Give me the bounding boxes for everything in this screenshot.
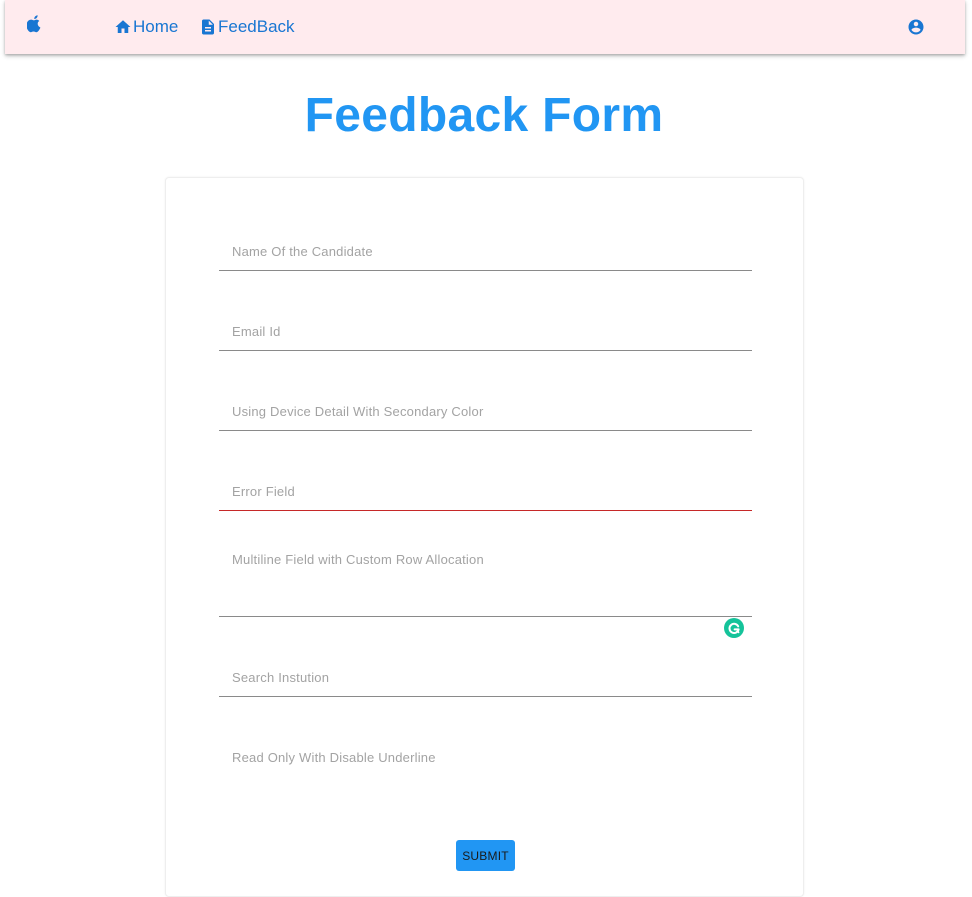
grammarly-icon[interactable] — [724, 618, 744, 638]
home-icon — [115, 20, 131, 33]
nav-link-home[interactable]: Home — [114, 16, 178, 38]
candidate-name-field[interactable]: Name Of the Candidate — [219, 230, 752, 271]
read-only-field-label: Read Only With Disable Underline — [232, 750, 436, 765]
candidate-name-label: Name Of the Candidate — [232, 244, 373, 259]
search-institution-label: Search Instution — [232, 670, 330, 685]
multiline-field-label: Multiline Field with Custom Row Allocati… — [232, 552, 484, 567]
device-detail-field[interactable]: Using Device Detail With Secondary Color — [219, 390, 752, 431]
nav-link-feedback[interactable]: FeedBack — [199, 16, 295, 38]
device-detail-label: Using Device Detail With Secondary Color — [232, 404, 484, 419]
email-id-label: Email Id — [232, 324, 281, 339]
read-only-field: Read Only With Disable Underline — [219, 736, 752, 777]
account-circle-icon[interactable] — [907, 18, 925, 36]
document-icon — [202, 19, 214, 35]
nav-link-home-label: Home — [133, 17, 179, 36]
multiline-field[interactable]: Multiline Field with Custom Row Allocati… — [219, 538, 752, 617]
top-navbar: Home FeedBack — [5, 0, 965, 54]
email-id-field[interactable]: Email Id — [219, 310, 752, 351]
error-field[interactable]: Error Field — [219, 470, 752, 511]
page-title: Feedback Form — [304, 89, 664, 142]
nav-link-feedback-label: FeedBack — [218, 17, 295, 36]
feedback-form-card: Name Of the Candidate Email Id Using Dev… — [165, 177, 804, 897]
submit-button[interactable]: SUBMIT — [456, 840, 515, 871]
apple-icon[interactable] — [27, 15, 43, 33]
error-field-label: Error Field — [232, 484, 295, 499]
search-institution-field[interactable]: Search Instution — [219, 656, 752, 697]
